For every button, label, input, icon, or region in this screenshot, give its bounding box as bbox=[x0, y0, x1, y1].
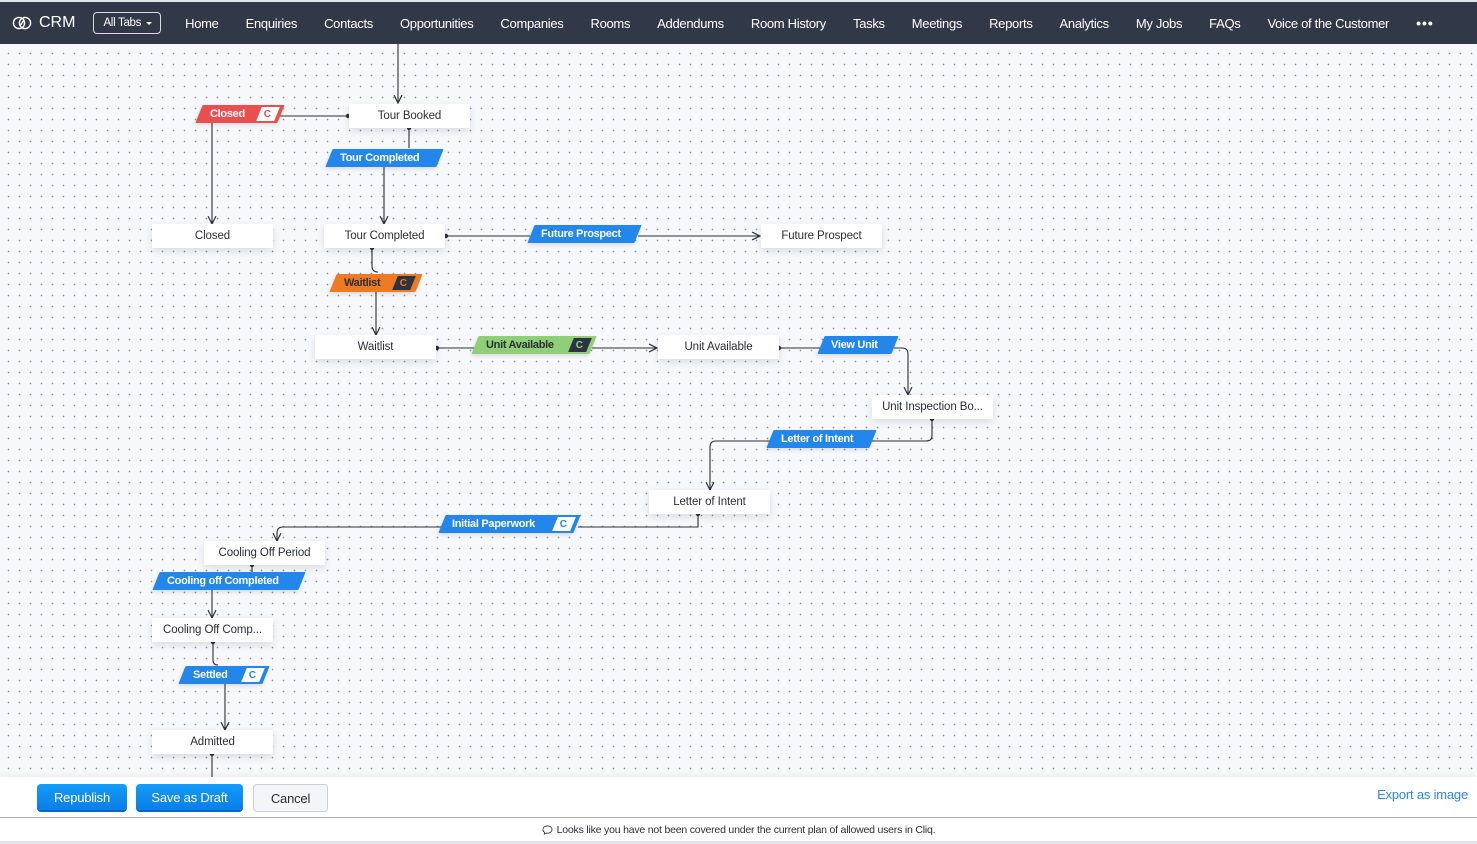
state-unit-available[interactable]: Unit Available bbox=[658, 335, 779, 359]
transition-unit-available[interactable]: Unit Available C bbox=[471, 336, 597, 354]
transition-label: Letter of Intent bbox=[781, 433, 854, 445]
edge bbox=[872, 416, 935, 442]
save-as-draft-button[interactable]: Save as Draft bbox=[136, 784, 243, 812]
tab-tasks[interactable]: Tasks bbox=[853, 16, 885, 31]
tab-my-jobs[interactable]: My Jobs bbox=[1136, 16, 1183, 31]
edge bbox=[710, 440, 770, 490]
tab-addendums[interactable]: Addendums bbox=[657, 16, 724, 31]
more-tabs-icon[interactable]: ••• bbox=[1416, 15, 1434, 31]
tab-analytics[interactable]: Analytics bbox=[1060, 16, 1110, 31]
tab-voice-of-the-customer[interactable]: Voice of the Customer bbox=[1267, 16, 1389, 31]
transition-future-prospect[interactable]: Future Prospect bbox=[527, 225, 642, 243]
state-unit-inspection-booked[interactable]: Unit Inspection Bo... bbox=[872, 395, 993, 419]
tab-room-history[interactable]: Room History bbox=[751, 16, 826, 31]
transition-label: Waitlist bbox=[344, 277, 381, 289]
cliq-notice-text: Looks like you have not been covered und… bbox=[556, 824, 936, 836]
tab-reports[interactable]: Reports bbox=[989, 16, 1033, 31]
transition-label: Closed bbox=[210, 108, 245, 120]
top-navigation-bar: CRM All Tabs Home Enquiries Contacts Opp… bbox=[0, 0, 1477, 44]
state-admitted[interactable]: Admitted bbox=[152, 730, 273, 754]
cancel-button[interactable]: Cancel bbox=[253, 784, 328, 812]
app-logo[interactable]: CRM bbox=[12, 14, 75, 32]
transition-label: Initial Paperwork bbox=[452, 518, 535, 530]
transition-label: View Unit bbox=[831, 339, 878, 351]
state-cooling-off-period[interactable]: Cooling Off Period bbox=[204, 541, 325, 565]
zoho-rings-icon bbox=[12, 16, 32, 30]
transition-label: Cooling off Completed bbox=[167, 575, 279, 587]
state-closed[interactable]: Closed bbox=[152, 224, 273, 248]
cliq-notice-bar: Looks like you have not been covered und… bbox=[0, 818, 1477, 842]
state-cooling-off-completed[interactable]: Cooling Off Comp... bbox=[152, 618, 273, 642]
tab-home[interactable]: Home bbox=[185, 16, 219, 31]
republish-button[interactable]: Republish bbox=[37, 784, 127, 812]
transition-cooling-off-completed[interactable]: Cooling off Completed bbox=[152, 572, 306, 590]
caret-down-icon bbox=[146, 21, 153, 25]
transition-initial-paperwork[interactable]: Initial Paperwork C bbox=[438, 515, 581, 533]
state-letter-of-intent[interactable]: Letter of Intent bbox=[649, 490, 770, 514]
transition-waitlist[interactable]: Waitlist C bbox=[329, 274, 423, 292]
tab-rooms[interactable]: Rooms bbox=[590, 16, 630, 31]
edge bbox=[277, 526, 442, 541]
all-tabs-label: All Tabs bbox=[103, 17, 142, 29]
tab-enquiries[interactable]: Enquiries bbox=[246, 16, 298, 31]
transition-closed[interactable]: Closed C bbox=[195, 105, 285, 123]
edge bbox=[894, 347, 908, 395]
tab-faqs[interactable]: FAQs bbox=[1209, 16, 1241, 31]
tab-opportunities[interactable]: Opportunities bbox=[400, 16, 474, 31]
edge bbox=[210, 639, 219, 666]
app-title: CRM bbox=[39, 14, 76, 31]
edge bbox=[369, 245, 379, 273]
tab-companies[interactable]: Companies bbox=[500, 16, 563, 31]
transition-settled[interactable]: Settled C bbox=[178, 666, 270, 684]
transition-view-unit[interactable]: View Unit bbox=[817, 336, 899, 354]
tab-contacts[interactable]: Contacts bbox=[324, 16, 373, 31]
transition-letter-of-intent[interactable]: Letter of Intent bbox=[766, 430, 877, 448]
state-tour-booked[interactable]: Tour Booked bbox=[349, 104, 470, 128]
blueprint-canvas[interactable]: Tour Booked Closed Tour Completed Future… bbox=[0, 44, 1477, 777]
transition-label: Future Prospect bbox=[541, 228, 621, 240]
transition-label: Tour Completed bbox=[340, 152, 420, 164]
export-as-image-link[interactable]: Export as image bbox=[1377, 787, 1468, 802]
state-tour-completed[interactable]: Tour Completed bbox=[324, 224, 445, 248]
all-tabs-dropdown[interactable]: All Tabs bbox=[93, 12, 162, 34]
tab-meetings[interactable]: Meetings bbox=[912, 16, 963, 31]
edge bbox=[578, 511, 701, 528]
transition-tour-completed[interactable]: Tour Completed bbox=[325, 149, 444, 167]
transition-label: Settled bbox=[193, 669, 228, 681]
action-bar: Republish Save as Draft Cancel Export as… bbox=[0, 777, 1477, 818]
transition-label: Unit Available bbox=[486, 339, 554, 351]
state-waitlist[interactable]: Waitlist bbox=[315, 335, 436, 359]
module-tabs: Home Enquiries Contacts Opportunities Co… bbox=[185, 15, 1434, 31]
cliq-chat-icon bbox=[542, 825, 553, 835]
state-future-prospect[interactable]: Future Prospect bbox=[761, 224, 882, 248]
